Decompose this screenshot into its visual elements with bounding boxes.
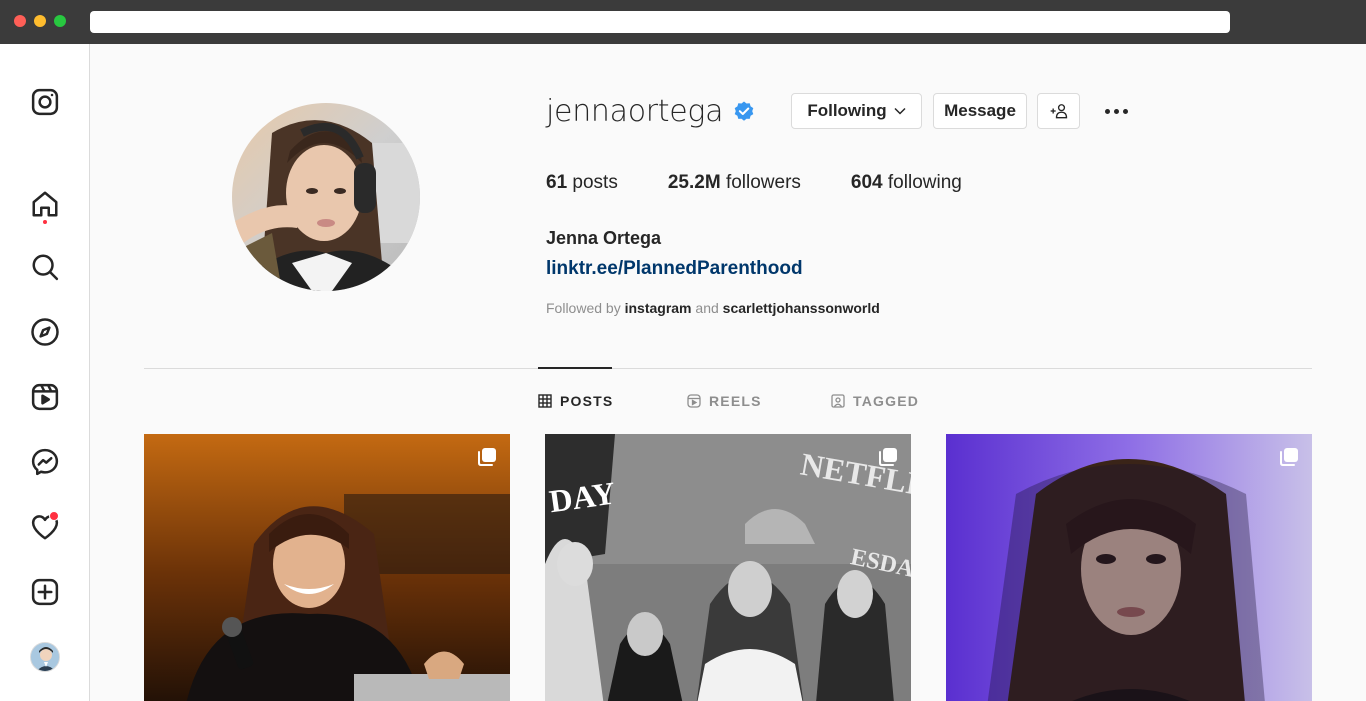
profile-username: jennaortega bbox=[546, 94, 724, 129]
profile-main: jennaortega Following Message 61 posts 2… bbox=[91, 44, 1366, 701]
post-photo: DAY NETFLIX ESDAY bbox=[545, 434, 911, 701]
more-dot bbox=[1122, 108, 1128, 114]
heart-notifications-icon[interactable] bbox=[27, 509, 63, 545]
post-thumbnail[interactable] bbox=[144, 434, 510, 701]
address-bar[interactable] bbox=[90, 11, 1230, 33]
multiple-photos-icon bbox=[1280, 448, 1298, 466]
following-button-label: Following bbox=[807, 101, 887, 120]
window-minimize-button[interactable] bbox=[34, 15, 46, 27]
profile-avatar[interactable] bbox=[30, 642, 60, 672]
tab-reels[interactable]: REELS bbox=[687, 393, 762, 409]
profile-stats: 61 posts 25.2M followers 604 following bbox=[546, 172, 1012, 194]
following-count[interactable]: 604 following bbox=[851, 172, 962, 194]
instagram-logo-icon[interactable] bbox=[27, 84, 63, 120]
followed-by-account-instagram[interactable]: instagram bbox=[625, 300, 692, 316]
tab-posts[interactable]: POSTS bbox=[538, 393, 613, 409]
multiple-photos-icon bbox=[879, 448, 897, 466]
verified-badge-icon bbox=[734, 101, 754, 121]
tagged-person-icon bbox=[831, 394, 845, 408]
explore-compass-icon[interactable] bbox=[27, 314, 63, 350]
sidebar bbox=[0, 44, 90, 701]
add-person-icon bbox=[1050, 104, 1067, 119]
following-button[interactable]: Following bbox=[791, 93, 922, 129]
followed-by-text: Followed by instagram and scarlettjohans… bbox=[546, 300, 880, 316]
post-thumbnail[interactable] bbox=[946, 434, 1312, 701]
notification-badge bbox=[49, 511, 59, 521]
bio-link[interactable]: linktr.ee/PlannedParenthood bbox=[546, 258, 803, 280]
post-thumbnail[interactable]: DAY NETFLIX ESDAY bbox=[545, 434, 911, 701]
multiple-photos-icon bbox=[478, 448, 496, 466]
posts-count[interactable]: 61 posts bbox=[546, 172, 618, 194]
message-button[interactable]: Message bbox=[933, 93, 1027, 129]
post-photo bbox=[946, 434, 1312, 701]
reels-tab-icon bbox=[687, 394, 701, 408]
followed-by-account-scarlett[interactable]: scarlettjohanssonworld bbox=[723, 300, 880, 316]
tab-tagged[interactable]: TAGGED bbox=[831, 393, 919, 409]
grid-icon bbox=[538, 394, 552, 408]
messenger-icon[interactable] bbox=[27, 444, 63, 480]
followers-count[interactable]: 25.2M followers bbox=[668, 172, 801, 194]
active-tab-indicator bbox=[538, 367, 612, 369]
reels-icon[interactable] bbox=[27, 379, 63, 415]
profile-picture[interactable] bbox=[232, 103, 420, 291]
home-notification-dot bbox=[43, 220, 47, 224]
browser-chrome bbox=[0, 0, 1366, 44]
create-plus-icon[interactable] bbox=[27, 574, 63, 610]
window-close-button[interactable] bbox=[14, 15, 26, 27]
post-photo bbox=[144, 434, 510, 701]
search-icon[interactable] bbox=[27, 249, 63, 285]
chevron-down-icon bbox=[894, 107, 906, 115]
more-options-icon[interactable] bbox=[1099, 98, 1133, 124]
profile-full-name: Jenna Ortega bbox=[546, 228, 662, 248]
tabs-divider bbox=[144, 368, 1312, 369]
home-icon[interactable] bbox=[27, 186, 63, 224]
more-dot bbox=[1104, 108, 1110, 114]
suggested-accounts-button[interactable] bbox=[1037, 93, 1080, 129]
window-maximize-button[interactable] bbox=[54, 15, 66, 27]
more-dot bbox=[1113, 108, 1119, 114]
